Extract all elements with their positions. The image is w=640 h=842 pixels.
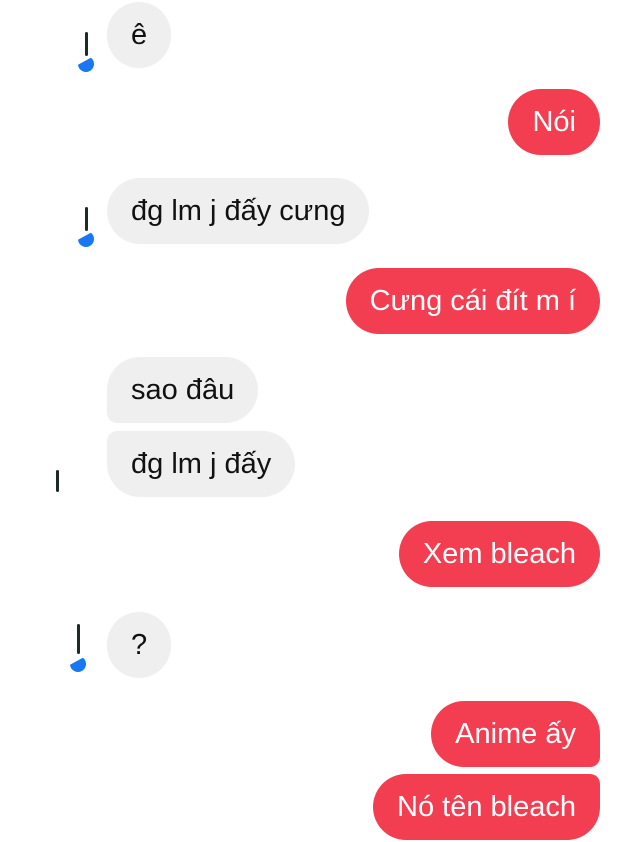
- avatar: [46, 456, 90, 500]
- outgoing-message-bubble[interactable]: Cưng cái đít m í: [345, 268, 600, 334]
- contact-avatar-icon[interactable]: [46, 199, 94, 247]
- contact-avatar-icon[interactable]: [46, 624, 94, 672]
- outgoing-message-bubble[interactable]: Anime ấy: [431, 701, 600, 767]
- outgoing-message-bubble[interactable]: Nó tên bleach: [373, 774, 600, 840]
- avatar: [46, 24, 90, 68]
- contact-avatar-icon[interactable]: [46, 24, 94, 72]
- avatar-edge: [56, 470, 59, 492]
- avatar-edge: [77, 624, 80, 654]
- contact-avatar-icon[interactable]: [46, 456, 94, 504]
- outgoing-message-bubble[interactable]: Nói: [508, 89, 600, 155]
- incoming-message-bubble[interactable]: ?: [107, 612, 172, 678]
- avatar: [46, 199, 90, 243]
- incoming-message-bubble[interactable]: ê: [107, 2, 172, 68]
- incoming-message-bubble[interactable]: sao đâu: [107, 357, 259, 423]
- outgoing-message-bubble[interactable]: Xem bleach: [398, 521, 600, 587]
- incoming-message-bubble[interactable]: đg lm j đấy: [107, 431, 296, 497]
- avatar-edge: [85, 207, 88, 231]
- avatar-edge: [85, 32, 88, 56]
- incoming-message-bubble[interactable]: đg lm j đấy cưng: [107, 178, 370, 244]
